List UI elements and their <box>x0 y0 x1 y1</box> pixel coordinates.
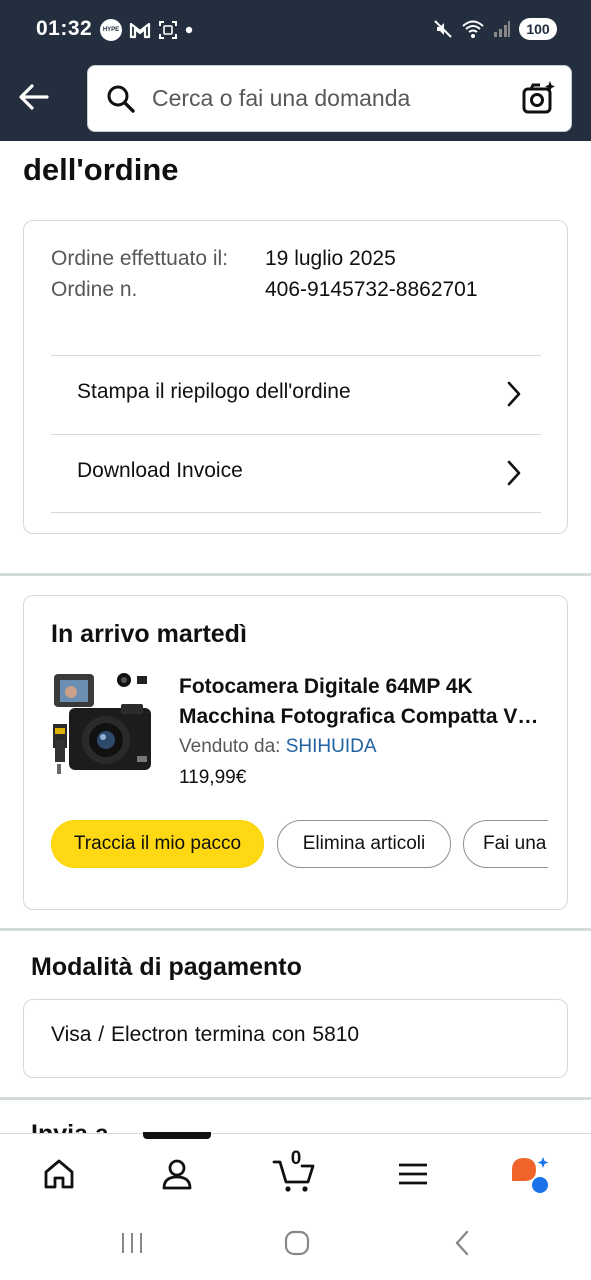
divider <box>51 512 541 513</box>
wifi-icon <box>462 20 484 38</box>
status-time: 01:32 <box>36 17 93 40</box>
back-button[interactable] <box>14 77 54 117</box>
back-chevron-icon <box>455 1230 469 1256</box>
rufus-assistant-icon <box>512 1157 549 1193</box>
section-divider <box>0 573 591 576</box>
print-summary-link[interactable]: Stampa il riepilogo dell'ordine <box>51 355 541 434</box>
download-invoice-label: Download Invoice <box>77 459 243 482</box>
shipment-actions: Traccia il mio pacco Elimina articoli Fa… <box>51 820 548 870</box>
gmail-icon <box>129 22 151 39</box>
order-date-label: Ordine effettuato il: <box>51 247 229 270</box>
delete-items-button[interactable]: Elimina articoli <box>277 820 451 868</box>
shipping-heading: Invia a <box>31 1120 109 1133</box>
seller-link[interactable]: SHIHUIDA <box>286 736 377 757</box>
ask-question-button[interactable]: Fai una domanda <box>463 820 548 868</box>
product-title-link[interactable]: Fotocamera Digitale 64MP 4K Macchina Fot… <box>179 672 549 732</box>
cart-count: 0 <box>290 1148 302 1169</box>
chevron-right-icon <box>507 381 521 407</box>
product-image[interactable] <box>51 672 157 778</box>
nav-menu[interactable] <box>391 1152 435 1196</box>
search-header: Cerca o fai una domanda <box>0 60 591 141</box>
arrival-heading: In arrivo martedì <box>51 620 247 648</box>
track-package-button[interactable]: Traccia il mio pacco <box>51 820 264 868</box>
back-system-button[interactable] <box>442 1227 482 1259</box>
nav-account[interactable] <box>155 1152 199 1196</box>
payment-method-card: Visa / Electron termina con 5810 <box>23 999 568 1078</box>
system-status-icons: 100 <box>433 18 557 40</box>
shipment-card: In arrivo martedì Fotocamera Digitale 64… <box>23 595 568 910</box>
title-area: dell'ordine <box>0 141 591 193</box>
home-system-button[interactable] <box>277 1227 317 1259</box>
download-invoice-link[interactable]: Download Invoice <box>51 434 541 513</box>
recent-apps-button[interactable] <box>112 1227 152 1259</box>
order-info-card: Ordine effettuato il: Ordine n. 19 lugli… <box>23 220 568 534</box>
user-icon <box>162 1159 192 1190</box>
order-number-label: Ordine n. <box>51 278 138 301</box>
page-title: dell'ordine <box>23 152 179 187</box>
search-placeholder: Cerca o fai una domanda <box>152 85 411 111</box>
screenshot-icon <box>159 21 177 39</box>
order-info-labels: Ordine effettuato il: Ordine n. <box>51 243 251 305</box>
notification-icons: HYPE <box>100 19 193 41</box>
product-price: 119,99€ <box>179 767 247 788</box>
search-input[interactable]: Cerca o fai una domanda <box>87 65 572 132</box>
camera-search-icon[interactable] <box>521 80 557 116</box>
order-info-values: 19 luglio 2025 406-9145732-8862701 <box>265 243 478 305</box>
status-bar: 01:32 HYPE 100 <box>0 0 591 60</box>
sold-by-label: Venduto da: <box>179 736 281 757</box>
active-tab-indicator <box>143 1132 211 1139</box>
menu-icon <box>399 1163 427 1185</box>
system-nav-bar <box>0 1213 591 1280</box>
product-title-line2: Macchina Fotografica Compatta Vlogging <box>179 705 539 728</box>
sold-by: Venduto da: SHIHUIDA <box>179 736 377 758</box>
nav-home[interactable] <box>37 1152 81 1196</box>
nav-cart[interactable]: 0 <box>272 1148 316 1196</box>
back-arrow-icon <box>19 84 49 110</box>
payment-method: Visa / Electron termina con 5810 <box>51 1023 360 1046</box>
print-summary-label: Stampa il riepilogo dell'ordine <box>77 380 351 403</box>
search-icon <box>107 85 135 113</box>
chevron-right-icon <box>507 460 521 486</box>
battery-indicator: 100 <box>519 18 557 40</box>
section-divider <box>0 928 591 931</box>
order-number-value: 406-9145732-8862701 <box>265 278 478 301</box>
home-circle-icon <box>284 1230 310 1256</box>
shipping-section: Invia a <box>0 1100 591 1133</box>
home-icon <box>44 1159 74 1189</box>
signal-icon <box>494 21 510 37</box>
dot-icon <box>185 26 193 34</box>
bottom-nav: 0 <box>0 1132 591 1213</box>
payment-heading: Modalità di pagamento <box>31 953 302 981</box>
mute-icon <box>434 20 452 38</box>
nav-rufus[interactable] <box>508 1152 552 1196</box>
hype-app-icon: HYPE <box>100 19 122 41</box>
order-date-value: 19 luglio 2025 <box>265 247 396 270</box>
product-title-line1: Fotocamera Digitale 64MP 4K <box>179 675 473 698</box>
recents-icon <box>122 1233 142 1253</box>
